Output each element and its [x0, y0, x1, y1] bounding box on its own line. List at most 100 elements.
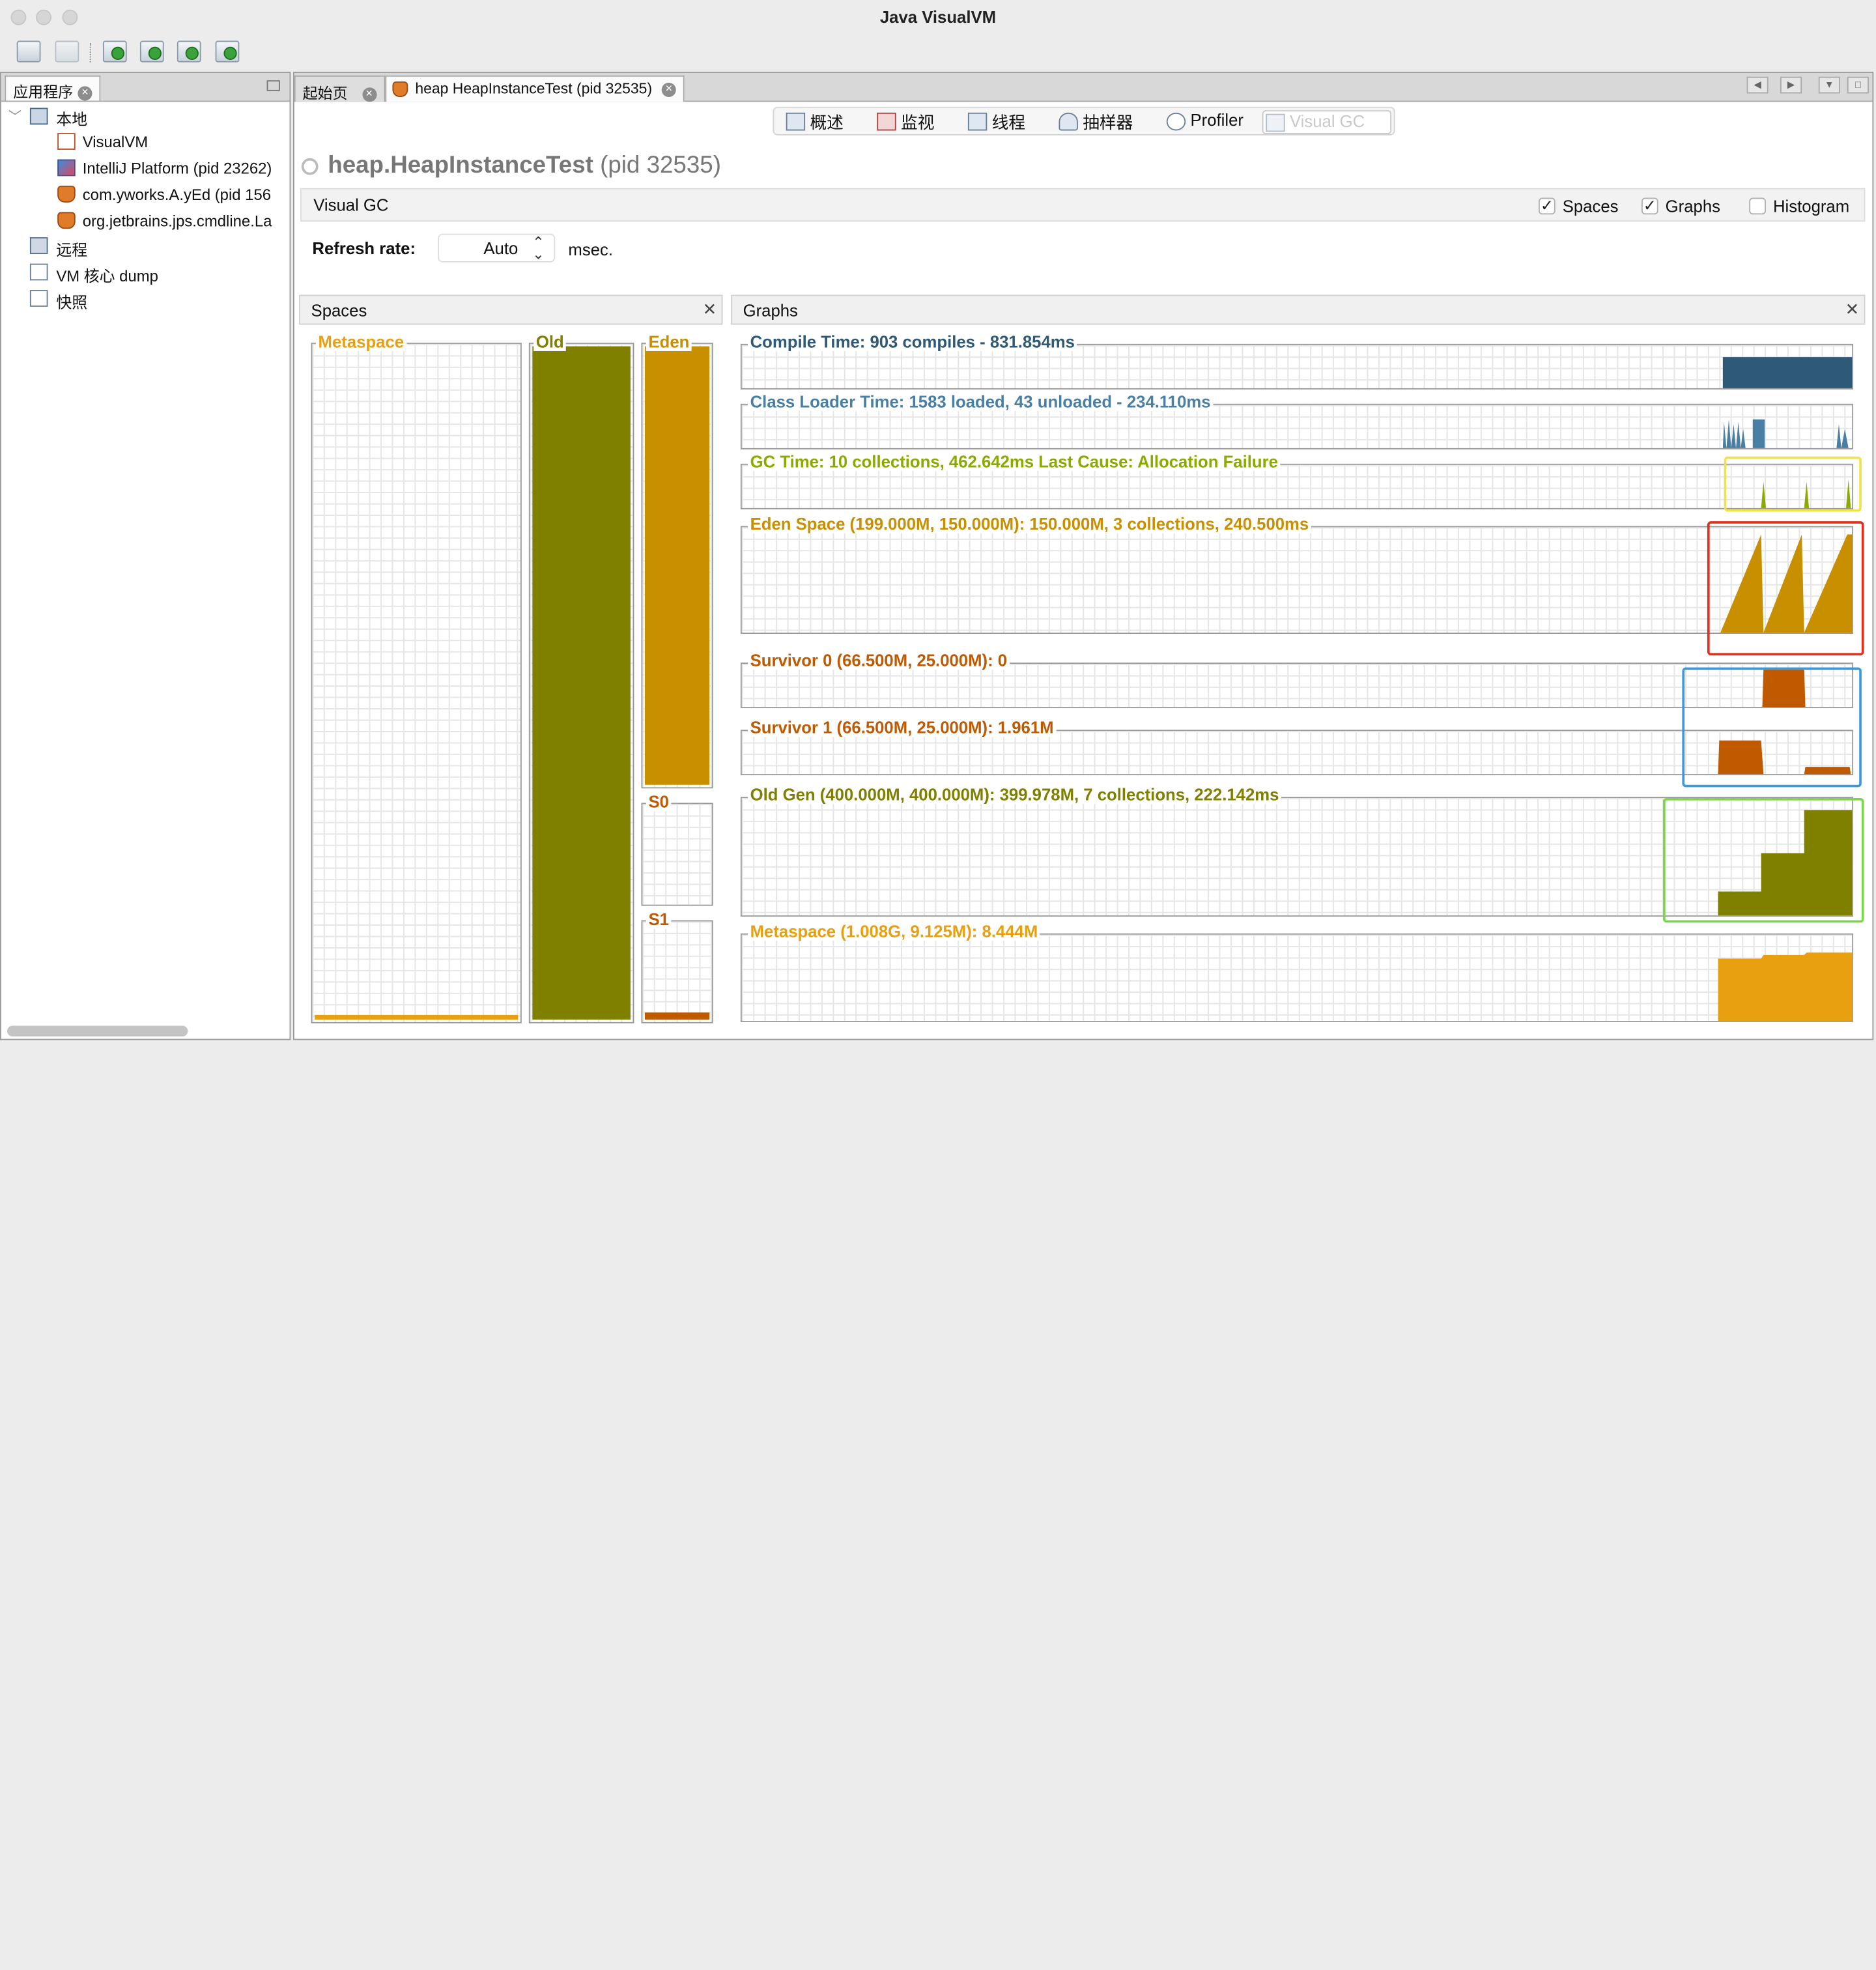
metaspace-label: Metaspace: [315, 332, 406, 351]
metaspace-graph: [740, 933, 1854, 1022]
add-remote-host-icon[interactable]: [139, 40, 164, 63]
class-loader-plot: [1722, 419, 1849, 448]
refresh-rate-select[interactable]: Auto ⌃ ⌄: [438, 233, 556, 263]
spaces-panel-header: Spaces ✕: [299, 294, 723, 325]
tab-overview[interactable]: 概述: [784, 110, 844, 134]
eden-space-label: Eden Space (199.000M, 150.000M): 150.000…: [747, 514, 1311, 534]
minimize-panel-icon[interactable]: [266, 80, 280, 91]
s1-space: [641, 920, 713, 1023]
view-tabs: 概述 监视 线程 抽样器 Profiler Visual GC: [773, 106, 1395, 136]
old-gen-label: Old Gen (400.000M, 400.000M): 399.978M, …: [747, 784, 1282, 805]
add-jmx-connection-icon[interactable]: [102, 40, 127, 63]
tree-item-remote[interactable]: 远程: [56, 237, 87, 260]
horizontal-scrollbar[interactable]: [7, 1025, 188, 1036]
applications-tab[interactable]: 应用程序 ×: [5, 75, 101, 101]
close-icon[interactable]: ✕: [703, 300, 717, 320]
checkbox-empty-icon: [1749, 197, 1766, 215]
tree-item-local[interactable]: 本地: [56, 107, 87, 130]
window-title: Java VisualVM: [879, 7, 997, 27]
visual-gc-title: Visual GC: [313, 195, 389, 215]
java-icon: [57, 186, 76, 203]
dropdown-icon[interactable]: ▼: [1818, 76, 1840, 94]
close-icon[interactable]: ✕: [1845, 300, 1860, 320]
tab-profiler[interactable]: Profiler: [1164, 110, 1244, 134]
eden-fill: [644, 346, 710, 785]
editor-tab-bar: 起始页 × heap HeapInstanceTest (pid 32535) × …: [294, 73, 1873, 102]
tab-label: 概述: [810, 112, 844, 132]
spaces-panel-title: Spaces: [311, 300, 367, 321]
tree-item-intellij[interactable]: IntelliJ Platform (pid 23262): [83, 160, 272, 178]
add-core-dump-icon[interactable]: [177, 40, 201, 63]
add-snapshot-icon[interactable]: [215, 40, 240, 63]
core-dump-icon: [29, 263, 48, 281]
class-loader-bar: [1752, 419, 1765, 448]
overview-icon: [786, 112, 806, 131]
eden-space-plot: [1720, 534, 1853, 633]
eden-space-graph: [740, 526, 1854, 634]
tab-label: 监视: [901, 112, 935, 132]
tree-item-visualvm[interactable]: VisualVM: [83, 133, 148, 151]
class-loader-spikes-2: [1836, 424, 1849, 448]
tab-monitor[interactable]: 监视: [875, 110, 935, 134]
visualvm-icon: [57, 133, 76, 150]
eden-highlight-box: [1707, 521, 1864, 656]
checkbox-label: Graphs: [1665, 196, 1721, 216]
class-loader-label: Class Loader Time: 1583 loaded, 43 unloa…: [747, 392, 1214, 411]
tree-item-snapshots[interactable]: 快照: [56, 290, 87, 313]
refresh-rate-unit: msec.: [568, 239, 614, 259]
checkbox-checked-icon: ✓: [1538, 197, 1556, 215]
s1-label: S1: [646, 909, 672, 929]
editor-area: 起始页 × heap HeapInstanceTest (pid 32535) × …: [292, 72, 1874, 1040]
metaspace-plot: [1718, 952, 1853, 1021]
compile-time-bar: [1722, 357, 1853, 388]
tab-visual-gc[interactable]: Visual GC: [1262, 110, 1392, 135]
threads-icon: [967, 112, 988, 131]
applications-tab-bar: 应用程序 ×: [1, 73, 290, 102]
refresh-rate-label: Refresh rate:: [312, 238, 416, 258]
java-icon: [57, 212, 76, 229]
save-icon[interactable]: [55, 40, 79, 63]
process-name: heap.HeapInstanceTest: [328, 152, 593, 179]
process-pid: (pid 32535): [600, 152, 721, 179]
scroll-left-icon[interactable]: ◀: [1746, 76, 1769, 94]
survivor-highlight-box: [1682, 667, 1862, 788]
visual-gc-header: Visual GC ✓ Spaces ✓ Graphs Histogram: [300, 188, 1866, 222]
tab-label: heap HeapInstanceTest (pid 32535): [415, 80, 653, 97]
old-space: [528, 343, 634, 1023]
graphs-panel-title: Graphs: [743, 300, 798, 321]
computer-icon: [29, 107, 48, 125]
tree-item-yed[interactable]: com.yworks.A.yEd (pid 156: [83, 186, 271, 204]
s0-label: S0: [646, 792, 672, 812]
eden-space: [641, 343, 713, 789]
chevron-down-icon[interactable]: ﹀: [8, 107, 21, 126]
sampler-icon: [1059, 112, 1078, 131]
remote-host-icon: [29, 237, 48, 254]
checkbox-label: Spaces: [1562, 196, 1619, 216]
tab-sampler[interactable]: 抽样器: [1057, 110, 1133, 134]
status-circle-icon: [301, 158, 319, 175]
tab-label: Profiler: [1190, 110, 1244, 130]
close-icon[interactable]: ×: [661, 82, 676, 97]
spaces-checkbox[interactable]: ✓ Spaces: [1538, 196, 1619, 216]
open-icon[interactable]: [16, 40, 41, 63]
main-toolbar: [0, 36, 1876, 70]
compile-time-plot: [1722, 357, 1853, 388]
maximize-icon[interactable]: □: [1847, 76, 1869, 94]
tab-label: 线程: [991, 112, 1026, 132]
tab-threads[interactable]: 线程: [965, 110, 1025, 134]
title-bar: Java VisualVM: [0, 0, 1876, 36]
tab-heap-instance[interactable]: heap HeapInstanceTest (pid 32535) ×: [385, 75, 685, 102]
scroll-right-icon[interactable]: ▶: [1780, 76, 1802, 94]
tree-item-vm-dump[interactable]: VM 核心 dump: [56, 264, 158, 287]
profiler-icon: [1166, 112, 1186, 131]
old-fill: [532, 346, 631, 1020]
tree-item-jps[interactable]: org.jetbrains.jps.cmdline.La: [83, 212, 272, 231]
close-icon[interactable]: ×: [78, 85, 92, 100]
histogram-checkbox[interactable]: Histogram: [1749, 197, 1849, 216]
s0-space: [641, 803, 713, 906]
visual-gc-icon: [1266, 113, 1285, 132]
close-icon[interactable]: ×: [362, 87, 377, 102]
checkbox-label: Histogram: [1772, 196, 1850, 216]
graphs-checkbox[interactable]: ✓ Graphs: [1641, 196, 1721, 216]
tab-start-page[interactable]: 起始页 ×: [294, 75, 385, 102]
